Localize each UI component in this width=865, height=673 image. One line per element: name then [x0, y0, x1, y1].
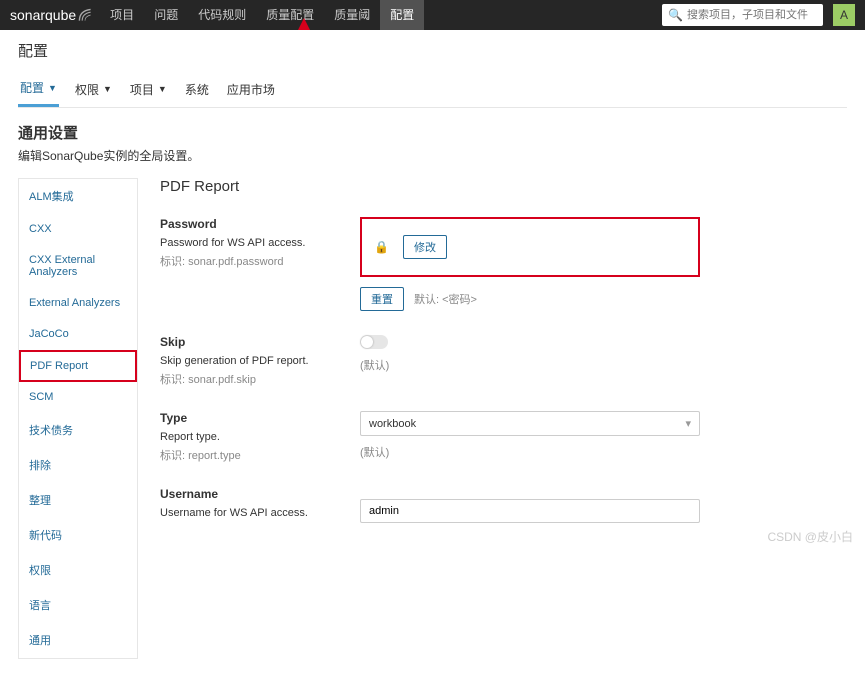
subtab-1[interactable]: 权限▼: [73, 73, 114, 107]
setting-password: Password Password for WS API access. 标识:…: [160, 217, 847, 311]
settings-layout: ALM集成CXXCXX External AnalyzersExternal A…: [18, 178, 847, 659]
sidenav-item-11[interactable]: 权限: [19, 553, 137, 588]
settings-content: PDF Report Password Password for WS API …: [138, 178, 847, 659]
sidenav-item-13[interactable]: 通用: [19, 623, 137, 658]
subtab-4[interactable]: 应用市场: [225, 73, 277, 107]
setting-left: Password Password for WS API access. 标识:…: [160, 217, 360, 311]
password-highlight-box: 🔒 修改: [360, 217, 700, 277]
setting-name: Type: [160, 411, 360, 425]
page-body: 通用设置 编辑SonarQube实例的全局设置。 ALM集成CXXCXX Ext…: [0, 108, 865, 673]
sidenav-item-12[interactable]: 语言: [19, 588, 137, 623]
setting-name: Password: [160, 217, 360, 231]
avatar[interactable]: A: [833, 4, 855, 26]
chevron-down-icon: ▼: [103, 84, 112, 94]
section-title: 通用设置: [18, 122, 847, 143]
setting-type: Type Report type. 标识: report.type workbo…: [160, 411, 847, 463]
top-bar: sonarqube 项目问题代码规则质量配置质量阈配置 🔍 A: [0, 0, 865, 30]
setting-right: 🔒 修改 重置 默认: <密码>: [360, 217, 700, 311]
topnav-item-4[interactable]: 质量阈: [324, 0, 380, 30]
sidenav-item-4[interactable]: JaCoCo: [19, 319, 137, 350]
chevron-down-icon: ▼: [158, 84, 167, 94]
sidenav-item-10[interactable]: 新代码: [19, 518, 137, 553]
setting-right: workbook ▾ (默认): [360, 411, 700, 463]
annotation-arrow-icon: [298, 18, 310, 30]
toggle-knob: [361, 336, 373, 348]
setting-desc: Password for WS API access.: [160, 237, 360, 249]
username-input[interactable]: [360, 499, 700, 523]
setting-right: [360, 499, 700, 523]
sidenav-item-1[interactable]: CXX: [19, 214, 137, 245]
setting-name: Username: [160, 487, 360, 501]
subtab-2[interactable]: 项目▼: [128, 73, 169, 107]
default-text: (默认): [360, 444, 700, 460]
setting-key: 标识: sonar.pdf.skip: [160, 371, 360, 387]
watermark: CSDN @皮小白: [767, 528, 853, 545]
settings-sidenav: ALM集成CXXCXX External AnalyzersExternal A…: [18, 178, 138, 659]
select-value: workbook: [369, 418, 416, 430]
setting-right: (默认): [360, 335, 700, 387]
setting-key: 标识: sonar.pdf.password: [160, 253, 360, 269]
search-box[interactable]: 🔍: [662, 4, 823, 26]
subtab-3[interactable]: 系统: [183, 73, 211, 107]
setting-skip: Skip Skip generation of PDF report. 标识: …: [160, 335, 847, 387]
setting-left: Type Report type. 标识: report.type: [160, 411, 360, 463]
skip-toggle[interactable]: [360, 335, 388, 349]
search-icon: 🔍: [668, 8, 683, 22]
chevron-down-icon: ▾: [685, 417, 691, 430]
topnav-item-2[interactable]: 代码规则: [188, 0, 256, 30]
sidenav-item-6[interactable]: SCM: [19, 382, 137, 413]
setting-left: Skip Skip generation of PDF report. 标识: …: [160, 335, 360, 387]
type-select[interactable]: workbook ▾: [360, 411, 700, 436]
setting-name: Skip: [160, 335, 360, 349]
logo[interactable]: sonarqube: [10, 7, 92, 23]
sub-header: 配置 配置▼ 权限▼ 项目▼ 系统应用市场: [0, 30, 865, 108]
setting-desc: Skip generation of PDF report.: [160, 355, 360, 367]
chevron-down-icon: ▼: [48, 83, 57, 93]
logo-icon: [78, 8, 92, 22]
sidenav-item-7[interactable]: 技术债务: [19, 413, 137, 448]
topnav-item-0[interactable]: 项目: [100, 0, 144, 30]
reset-row: 重置 默认: <密码>: [360, 287, 700, 311]
section-desc: 编辑SonarQube实例的全局设置。: [18, 147, 847, 164]
topnav-item-5[interactable]: 配置: [380, 0, 424, 30]
setting-left: Username Username for WS API access.: [160, 487, 360, 523]
sidenav-item-9[interactable]: 整理: [19, 483, 137, 518]
content-title: PDF Report: [160, 178, 847, 195]
top-nav: 项目问题代码规则质量配置质量阈配置: [100, 0, 662, 30]
topnav-item-1[interactable]: 问题: [144, 0, 188, 30]
setting-desc: Username for WS API access.: [160, 507, 360, 519]
default-value-text: 默认: <密码>: [414, 291, 477, 307]
setting-key: 标识: report.type: [160, 447, 360, 463]
sidenav-item-3[interactable]: External Analyzers: [19, 288, 137, 319]
reset-button[interactable]: 重置: [360, 287, 404, 311]
topnav-item-3[interactable]: 质量配置: [256, 0, 324, 30]
sub-tabs: 配置▼ 权限▼ 项目▼ 系统应用市场: [18, 69, 847, 108]
lock-icon: 🔒: [374, 240, 389, 254]
default-text: (默认): [360, 357, 700, 373]
setting-desc: Report type.: [160, 431, 360, 443]
change-password-button[interactable]: 修改: [403, 235, 447, 259]
sidenav-item-8[interactable]: 排除: [19, 448, 137, 483]
page-breadcrumb-title: 配置: [18, 40, 847, 69]
sidenav-item-2[interactable]: CXX External Analyzers: [19, 245, 137, 288]
subtab-0[interactable]: 配置▼: [18, 73, 59, 107]
sidenav-item-0[interactable]: ALM集成: [19, 179, 137, 214]
logo-text: sonarqube: [10, 7, 76, 23]
setting-username: Username Username for WS API access.: [160, 487, 847, 523]
sidenav-item-5[interactable]: PDF Report: [19, 350, 137, 382]
search-input[interactable]: [687, 9, 817, 21]
